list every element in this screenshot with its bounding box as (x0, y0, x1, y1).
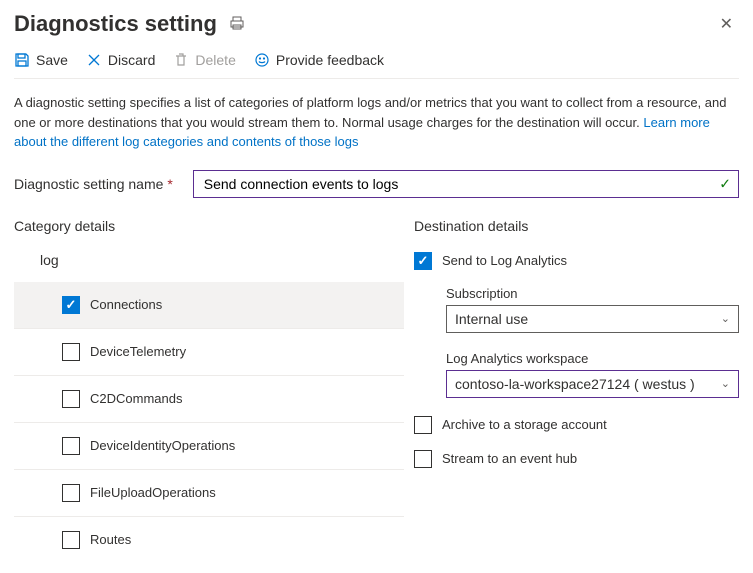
checkbox-routes[interactable] (62, 531, 80, 549)
checkbox-fileuploadoperations[interactable] (62, 484, 80, 502)
discard-label: Discard (108, 52, 155, 68)
subscription-value: Internal use (455, 311, 528, 327)
log-group-label: log (40, 252, 404, 268)
destination-details-column: Destination details Send to Log Analytic… (414, 218, 739, 563)
workspace-label: Log Analytics workspace (446, 351, 739, 366)
workspace-value: contoso-la-workspace27124 ( westus ) (455, 376, 695, 392)
log-item-deviceidentityoperations[interactable]: DeviceIdentityOperations (14, 423, 404, 470)
category-section-title: Category details (14, 218, 404, 234)
dest-label: Archive to a storage account (442, 417, 607, 432)
header: Diagnostics setting ✕ (14, 10, 739, 38)
print-icon[interactable] (229, 15, 245, 34)
chevron-down-icon: ⌄ (721, 312, 730, 325)
checkbox-stream[interactable] (414, 450, 432, 468)
toolbar: Save Discard Delete Provide feedback (14, 52, 739, 79)
discard-button[interactable]: Discard (86, 52, 155, 68)
validation-check-icon: ✓ (719, 175, 731, 192)
save-icon (14, 52, 30, 68)
description-text: A diagnostic setting specifies a list of… (14, 95, 726, 130)
checkbox-archive[interactable] (414, 416, 432, 434)
log-item-label: DeviceTelemetry (90, 344, 186, 359)
log-item-c2dcommands[interactable]: C2DCommands (14, 376, 404, 423)
description: A diagnostic setting specifies a list of… (14, 93, 739, 152)
save-button[interactable]: Save (14, 52, 68, 68)
name-field-label: Diagnostic setting name * (14, 176, 173, 192)
checkbox-devicetelemetry[interactable] (62, 343, 80, 361)
page-title: Diagnostics setting (14, 11, 217, 37)
close-icon[interactable]: ✕ (714, 10, 739, 38)
save-label: Save (36, 52, 68, 68)
checkbox-connections[interactable] (62, 296, 80, 314)
log-item-label: FileUploadOperations (90, 485, 216, 500)
checkbox-deviceidentityoperations[interactable] (62, 437, 80, 455)
log-item-connections[interactable]: Connections (14, 282, 404, 329)
checkbox-c2dcommands[interactable] (62, 390, 80, 408)
dest-label: Stream to an event hub (442, 451, 577, 466)
dest-archive-storage[interactable]: Archive to a storage account (414, 416, 739, 434)
dest-stream-eventhub[interactable]: Stream to an event hub (414, 450, 739, 468)
chevron-down-icon: ⌄ (721, 377, 730, 390)
delete-button: Delete (173, 52, 235, 68)
diagnostic-name-input[interactable] (193, 170, 739, 198)
log-item-label: C2DCommands (90, 391, 182, 406)
delete-icon (173, 52, 189, 68)
discard-icon (86, 52, 102, 68)
log-item-label: Connections (90, 297, 162, 312)
subscription-label: Subscription (446, 286, 739, 301)
feedback-icon (254, 52, 270, 68)
workspace-select[interactable]: contoso-la-workspace27124 ( westus ) ⌄ (446, 370, 739, 398)
checkbox-send-la[interactable] (414, 252, 432, 270)
feedback-button[interactable]: Provide feedback (254, 52, 384, 68)
log-item-label: DeviceIdentityOperations (90, 438, 235, 453)
delete-label: Delete (195, 52, 235, 68)
subscription-select[interactable]: Internal use ⌄ (446, 305, 739, 333)
log-item-routes[interactable]: Routes (14, 517, 404, 563)
category-details-column: Category details log Connections DeviceT… (14, 218, 404, 563)
feedback-label: Provide feedback (276, 52, 384, 68)
dest-label: Send to Log Analytics (442, 253, 567, 268)
destination-section-title: Destination details (414, 218, 739, 234)
log-item-devicetelemetry[interactable]: DeviceTelemetry (14, 329, 404, 376)
log-item-fileuploadoperations[interactable]: FileUploadOperations (14, 470, 404, 517)
dest-send-to-log-analytics[interactable]: Send to Log Analytics (414, 252, 739, 270)
log-item-label: Routes (90, 532, 131, 547)
